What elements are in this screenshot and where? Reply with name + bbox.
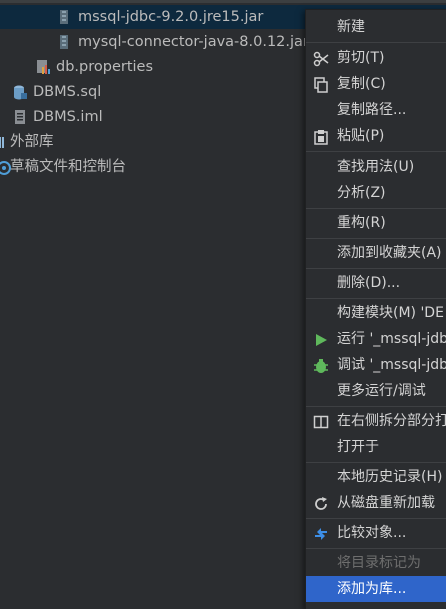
tree-item-label: DBMS.sql [33,84,102,100]
menu-item-label: 复制(C) [337,76,386,92]
iml-file-icon [12,109,28,125]
menu-item-refactor[interactable]: 重构(R) [306,210,446,236]
menu-item-cut[interactable]: 剪切(T) [306,45,446,71]
debug-icon [313,357,329,373]
sql-file-icon [12,84,28,100]
menu-item-add-to-favorites[interactable]: 添加到收藏夹(A) [306,240,446,266]
menu-item-label: 剪切(T) [337,50,385,66]
menu-item-label: 重构(R) [337,215,386,231]
menu-item-find-usages[interactable]: 查找用法(U) [306,154,446,180]
tree-item-label: db.properties [56,59,154,75]
menu-item-mark-directory-as[interactable]: 将目录标记为 [306,550,446,576]
menu-item-build-module[interactable]: 构建模块(M) 'DE [306,300,446,326]
menu-item-label: 调试 '_mssql-jdbc [337,357,446,373]
menu-separator [306,151,446,152]
menu-separator [306,406,446,407]
compare-icon [313,525,329,541]
menu-separator [306,518,446,519]
menu-item-run[interactable]: 运行 '_mssql-jdbc [306,326,446,352]
menu-item-label: 将目录标记为 [337,555,421,571]
tree-item-label: DBMS.iml [33,109,103,125]
copy-icon [313,76,329,93]
menu-item-label: 打开于 [337,439,379,455]
menu-item-copy-path[interactable]: 复制路径... [306,97,446,123]
menu-item-label: 分析(Z) [337,185,386,201]
menu-item-local-history[interactable]: 本地历史记录(H) [306,464,446,490]
menu-item-compare-with[interactable]: 比较对象... [306,520,446,546]
menu-separator [306,298,446,299]
tree-item-label: 外部库 [10,134,54,150]
menu-item-label: 查找用法(U) [337,159,415,175]
paste-icon [313,128,329,145]
menu-item-label: 运行 '_mssql-jdbc [337,331,446,347]
menu-separator [306,462,446,463]
context-menu: 新建 剪切(T) 复制(C) 复制路径... 粘贴(P) 查找用法(U) 分析(… [305,9,446,609]
toolbar-edge [0,0,446,3]
menu-item-label: 添加到收藏夹(A) [337,245,442,261]
run-icon [313,331,329,347]
tree-item-label: 草稿文件和控制台 [10,159,126,175]
jar-icon [56,34,72,50]
menu-item-paste[interactable]: 粘贴(P) [306,123,446,149]
menu-item-new[interactable]: 新建 [306,14,446,40]
menu-separator [306,42,446,43]
menu-item-label: 粘贴(P) [337,128,385,144]
menu-separator [306,268,446,269]
menu-item-label: 构建模块(M) 'DE [337,305,444,321]
split-right-icon [313,413,329,429]
menu-item-reload-from-disk[interactable]: 从磁盘重新加载 [306,490,446,516]
menu-item-more-run-debug[interactable]: 更多运行/调试 [306,378,446,404]
menu-separator [306,238,446,239]
menu-separator [306,548,446,549]
menu-item-debug[interactable]: 调试 '_mssql-jdbc [306,352,446,378]
scissors-icon [313,50,329,67]
reload-icon [313,495,329,511]
properties-file-icon [35,59,51,75]
menu-item-split-right[interactable]: 在右侧拆分部分打 [306,408,446,434]
menu-item-label: 删除(D)... [337,275,401,291]
menu-item-analyze[interactable]: 分析(Z) [306,180,446,206]
jar-icon [56,9,72,25]
menu-item-label: 添加为库... [337,581,407,597]
menu-item-delete[interactable]: 删除(D)... [306,270,446,296]
menu-item-label: 本地历史记录(H) [337,469,443,485]
menu-separator [306,208,446,209]
menu-item-label: 新建 [337,19,365,35]
menu-item-add-as-library[interactable]: 添加为库... [306,576,446,602]
tree-item-label: mssql-jdbc-9.2.0.jre15.jar [78,9,264,25]
menu-item-label: 复制路径... [337,102,407,118]
menu-item-open-in[interactable]: 打开于 [306,434,446,460]
menu-item-label: 更多运行/调试 [337,383,426,399]
tree-item-label: mysql-connector-java-8.0.12.jar [78,34,309,50]
menu-item-copy[interactable]: 复制(C) [306,71,446,97]
menu-item-label: 从磁盘重新加载 [337,495,435,511]
menu-item-label: 比较对象... [337,525,407,541]
menu-item-label: 在右侧拆分部分打 [337,413,446,429]
